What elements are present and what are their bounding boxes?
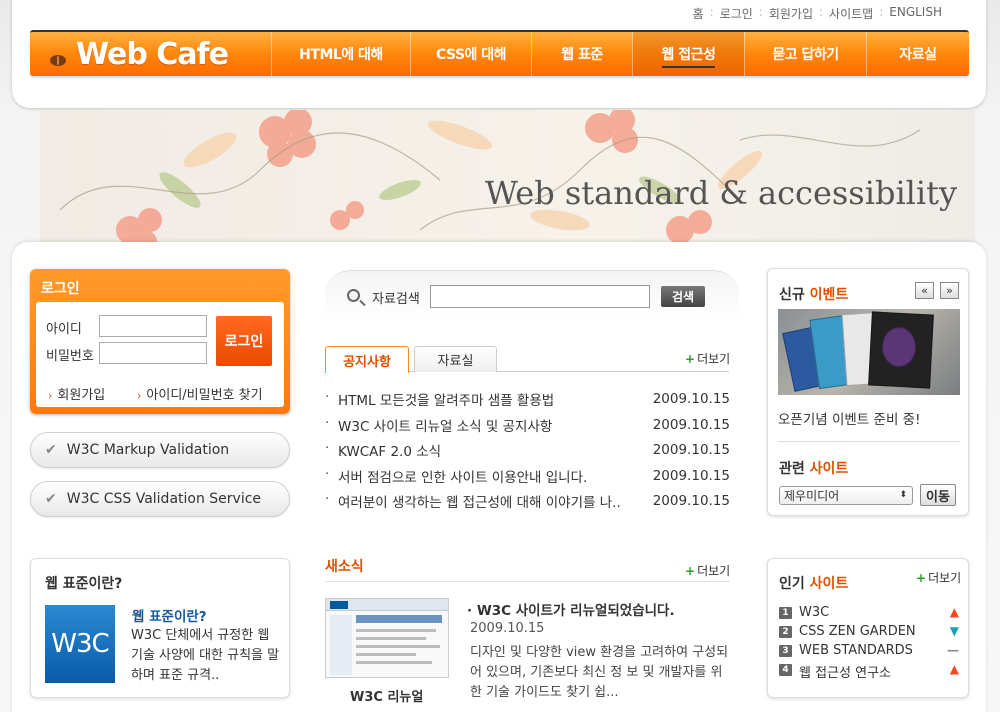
list-item[interactable]: 4웹 접근성 연구소 ▲ <box>779 661 959 681</box>
web-standard-title: 웹 표준이란? <box>45 576 123 592</box>
check-icon: ✔ <box>45 491 57 507</box>
popular-sites-title: 인기 사이트 <box>779 576 849 592</box>
divider <box>778 441 960 442</box>
news-thumbnail[interactable] <box>325 598 449 678</box>
util-join-link[interactable]: 회원가입 <box>763 5 819 22</box>
updown-caret-icon: ⬍ <box>899 490 907 500</box>
id-label: 아이디 <box>46 322 82 337</box>
web-standard-link[interactable]: 웹 표준이란? <box>132 605 207 625</box>
list-item[interactable]: · HTML 모든것을 알려주마 샘플 활용법 2009.10.15 <box>325 387 730 413</box>
id-input[interactable] <box>99 315 207 337</box>
related-go-button[interactable]: 이동 <box>920 484 956 506</box>
list-item[interactable]: 2 CSS ZEN GARDEN ▼ <box>779 623 959 642</box>
trend-up-icon: ▲ <box>949 605 959 619</box>
coffee-bean-icon <box>50 54 66 66</box>
event-text: 오픈기념 이벤트 준비 중! <box>778 412 921 428</box>
global-nav: Web Cafe HTML에 대해 CSS에 대해 웹 표준 웹 접근성 묻고 … <box>30 30 969 76</box>
related-sites-title: 관련 사이트 <box>779 461 849 477</box>
utility-nav: 홈: 로그인: 회원가입: 사이트맵: ENGLISH <box>687 5 948 22</box>
site-logo[interactable]: Web Cafe <box>50 34 229 74</box>
event-box: 신규 이벤트 « » 오픈기념 이벤트 준비 중! 관련 사이트 제우미디어 ⬍ … <box>767 268 969 516</box>
login-form: 아이디 비밀번호 로그인 › 회원가입 › 아이디/비밀번호 찾기 <box>36 302 284 407</box>
news-headline[interactable]: · W3C 사이트가 리뉴얼되었습니다. <box>467 599 675 619</box>
password-input[interactable] <box>99 342 207 364</box>
notice-more-link[interactable]: + 더보기 <box>685 350 730 367</box>
trend-up-icon: ▲ <box>949 662 959 676</box>
menu-css[interactable]: CSS에 대해 <box>410 32 531 76</box>
news-body: 디자인 및 다양한 view 환경을 고려하여 구성되어 있으며, 기존보다 최… <box>470 645 729 700</box>
join-link[interactable]: › 회원가입 <box>48 384 105 403</box>
related-sites-select[interactable]: 제우미디어 ⬍ <box>779 486 913 505</box>
trend-same-icon: — <box>947 643 959 657</box>
board-tabs: 공지사항 자료실 <box>325 346 729 373</box>
visual-banner: Web standard & accessibility <box>40 110 975 244</box>
util-home-link[interactable]: 홈 <box>687 5 710 22</box>
menu-html[interactable]: HTML에 대해 <box>271 32 410 76</box>
event-next-button[interactable]: » <box>940 282 959 299</box>
menu-web-standard[interactable]: 웹 표준 <box>531 32 632 76</box>
search-icon <box>347 289 360 302</box>
news-thumbnail-caption: W3C 리뉴얼 <box>350 690 424 705</box>
login-button[interactable]: 로그인 <box>216 316 272 366</box>
list-item[interactable]: · 여러분이 생각하는 웹 접근성에 대해 이야기를 나.. 2009.10.15 <box>325 489 730 515</box>
news-date: 2009.10.15 <box>470 621 545 636</box>
search-input[interactable] <box>430 285 650 308</box>
list-item[interactable]: · W3C 사이트 리뉴얼 소식 및 공지사항 2009.10.15 <box>325 413 730 439</box>
markup-validation-button[interactable]: ✔ W3C Markup Validation <box>30 432 290 468</box>
news-section-title: 새소식 <box>325 559 364 575</box>
login-box: 로그인 아이디 비밀번호 로그인 › 회원가입 › 아이디/비밀번호 찾기 <box>30 269 290 414</box>
menu-qna[interactable]: 묻고 답하기 <box>744 32 866 76</box>
logo-text: Web Cafe <box>76 36 229 72</box>
event-title: 신규 이벤트 <box>779 287 849 303</box>
event-image[interactable] <box>778 309 960 395</box>
menu-accessibility[interactable]: 웹 접근성 <box>632 32 744 76</box>
list-item[interactable]: 3 WEB STANDARDS — <box>779 642 959 661</box>
search-label: 자료검색 <box>372 292 420 307</box>
popular-sites-box: 인기 사이트 + 더보기 1 W3C ▲ 2 CSS ZEN GARDEN ▼ 3 WEB … <box>767 558 969 698</box>
notice-list: · HTML 모든것을 알려주마 샘플 활용법 2009.10.15 · W3C 사이… <box>325 387 730 515</box>
util-login-link[interactable]: 로그인 <box>714 5 759 22</box>
list-item[interactable]: 1 W3C ▲ <box>779 604 959 623</box>
util-sitemap-link[interactable]: 사이트맵 <box>823 5 879 22</box>
news-more-link[interactable]: + 더보기 <box>685 562 730 579</box>
tab-notice[interactable]: 공지사항 <box>325 346 409 373</box>
tab-archive[interactable]: 자료실 <box>414 346 497 372</box>
trend-down-icon: ▼ <box>949 624 959 638</box>
divider <box>325 581 730 582</box>
main-menu: HTML에 대해 CSS에 대해 웹 표준 웹 접근성 묻고 답하기 자료실 <box>271 32 969 76</box>
search-bar: 자료검색 검색 <box>325 270 739 322</box>
menu-archive[interactable]: 자료실 <box>866 32 969 76</box>
w3c-logo-icon: W3C <box>45 605 115 683</box>
list-item[interactable]: · 서버 점검으로 인한 사이트 이용안내 입니다. 2009.10.15 <box>325 464 730 490</box>
web-standard-desc: W3C 단체에서 규정한 웹 기술 사양에 대한 규칙을 말하며 표준 규격.. <box>131 628 280 683</box>
visual-title: Web standard & accessibility <box>485 174 958 212</box>
list-item[interactable]: · KWCAF 2.0 소식 2009.10.15 <box>325 438 730 464</box>
util-english-link[interactable]: ENGLISH <box>883 5 948 22</box>
password-label: 비밀번호 <box>46 349 94 364</box>
login-title: 로그인 <box>41 281 80 297</box>
css-validation-button[interactable]: ✔ W3C CSS Validation Service <box>30 481 290 517</box>
web-standard-box: 웹 표준이란? W3C 웹 표준이란? W3C 단체에서 규정한 웹 기술 사양… <box>30 558 290 698</box>
popular-more-link[interactable]: + 더보기 <box>916 569 961 586</box>
check-icon: ✔ <box>45 442 57 458</box>
event-prev-button[interactable]: « <box>915 282 934 299</box>
find-account-link[interactable]: › 아이디/비밀번호 찾기 <box>137 384 263 403</box>
search-button[interactable]: 검색 <box>661 286 705 307</box>
